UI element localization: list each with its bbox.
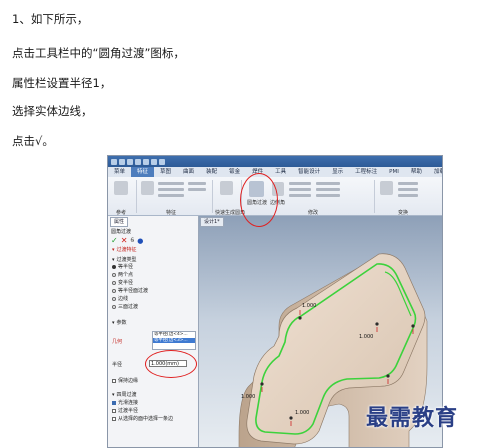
new-file-icon[interactable] [119,158,125,165]
menu-display[interactable]: 显示 [326,167,349,177]
undo-icon[interactable] [143,158,149,165]
menu-feature[interactable]: 特征 [131,167,155,177]
panel-actions: ✓ ✕ 6̵ ● [111,237,143,246]
confirm-check-icon[interactable]: ✓ [111,237,118,245]
menu-assembly[interactable]: 装配 [200,167,223,177]
type-equal-radius[interactable]: 等半径 [112,264,133,270]
step-4: 选择实体边线， [12,104,93,118]
geometry-label: 几何 [112,339,123,345]
select-icon[interactable] [159,158,165,165]
geometry-list[interactable]: 等半径[边<4>... 等半径[边<3>... [152,331,196,350]
section-options[interactable]: ▾ 四周过渡 [112,392,137,398]
geometry-item-selected[interactable]: 等半径[边<3>... [153,337,195,343]
step-1: 1、如下所示， [12,12,89,26]
type-face-fillet[interactable]: 等半径面过渡 [112,288,148,294]
menu-addins[interactable]: 加载 [428,167,442,177]
step-2: 点击工具栏中的“圆角过渡”图标， [12,46,185,60]
step-5: 点击√。 [12,134,54,148]
step-3: 属性栏设置半径1， [12,76,112,90]
edge-radius-label: 1.000 [241,394,255,400]
option-transition-radius[interactable]: 过渡半径 [112,408,138,414]
option-smooth[interactable]: 光滑连接 [112,400,138,406]
type-three-face[interactable]: 三面过渡 [112,304,138,310]
save-icon[interactable] [135,158,141,165]
menu-sketch[interactable]: 草图 [154,167,177,177]
watermark-logo: 最需教育 [366,405,459,431]
menu-tools[interactable]: 工具 [269,167,292,177]
app-logo-icon [111,158,117,165]
property-tab[interactable]: 属性 [110,217,129,227]
group-feature: 特征 [166,210,177,216]
edge-radius-label: 1.000 [359,334,373,340]
panel-header: 圆角过渡 [111,229,132,235]
reference-plane-icon[interactable] [114,181,128,195]
type-variable-radius[interactable]: 变半径 [112,280,133,286]
redo-icon[interactable] [151,158,157,165]
section-params[interactable]: ▾ 参数 [112,320,127,326]
edge-radius-label: 1.000 [302,303,316,309]
menu-surface[interactable]: 曲面 [177,167,200,177]
document-tab[interactable]: 设计1* [200,217,224,227]
menu-drawing[interactable]: 工程标注 [349,167,383,177]
radius-label: 半径 [112,362,123,368]
cancel-x-icon[interactable]: ✕ [121,237,128,245]
menu-smart-design[interactable]: 智能设计 [292,167,326,177]
menu-main[interactable]: 菜单 [108,167,131,177]
option-keep-edge[interactable]: 保持边缘 [112,378,138,384]
type-two-points[interactable]: 两个点 [112,272,133,278]
preview-icon[interactable]: 6̵ [130,237,134,245]
open-file-icon[interactable] [127,158,133,165]
menu-help[interactable]: 帮助 [405,167,428,177]
transform-icon[interactable] [380,181,393,195]
section-feature[interactable]: ▾ 过渡特征 [112,247,137,253]
edge-radius-label: 1.000 [295,410,309,416]
fillet-tool-highlight-circle [240,173,278,227]
type-edge[interactable]: 边线 [112,296,128,302]
menu-sheetmetal[interactable]: 钣金 [223,167,246,177]
group-reference: 参考 [116,210,127,216]
extrude-icon[interactable] [141,181,154,195]
menu-pmi[interactable]: PMI [383,167,405,177]
blend-icon[interactable] [220,181,233,195]
help-dot-icon[interactable]: ● [137,237,143,245]
radius-input-highlight-circle [145,350,197,378]
section-type[interactable]: ▾ 过渡类型 [112,257,137,263]
group-modify: 修改 [308,210,319,216]
window-titlebar [108,156,442,167]
option-select-edge[interactable]: 从选择的面中选择一条边 [112,416,173,422]
group-transform: 变换 [398,210,409,216]
